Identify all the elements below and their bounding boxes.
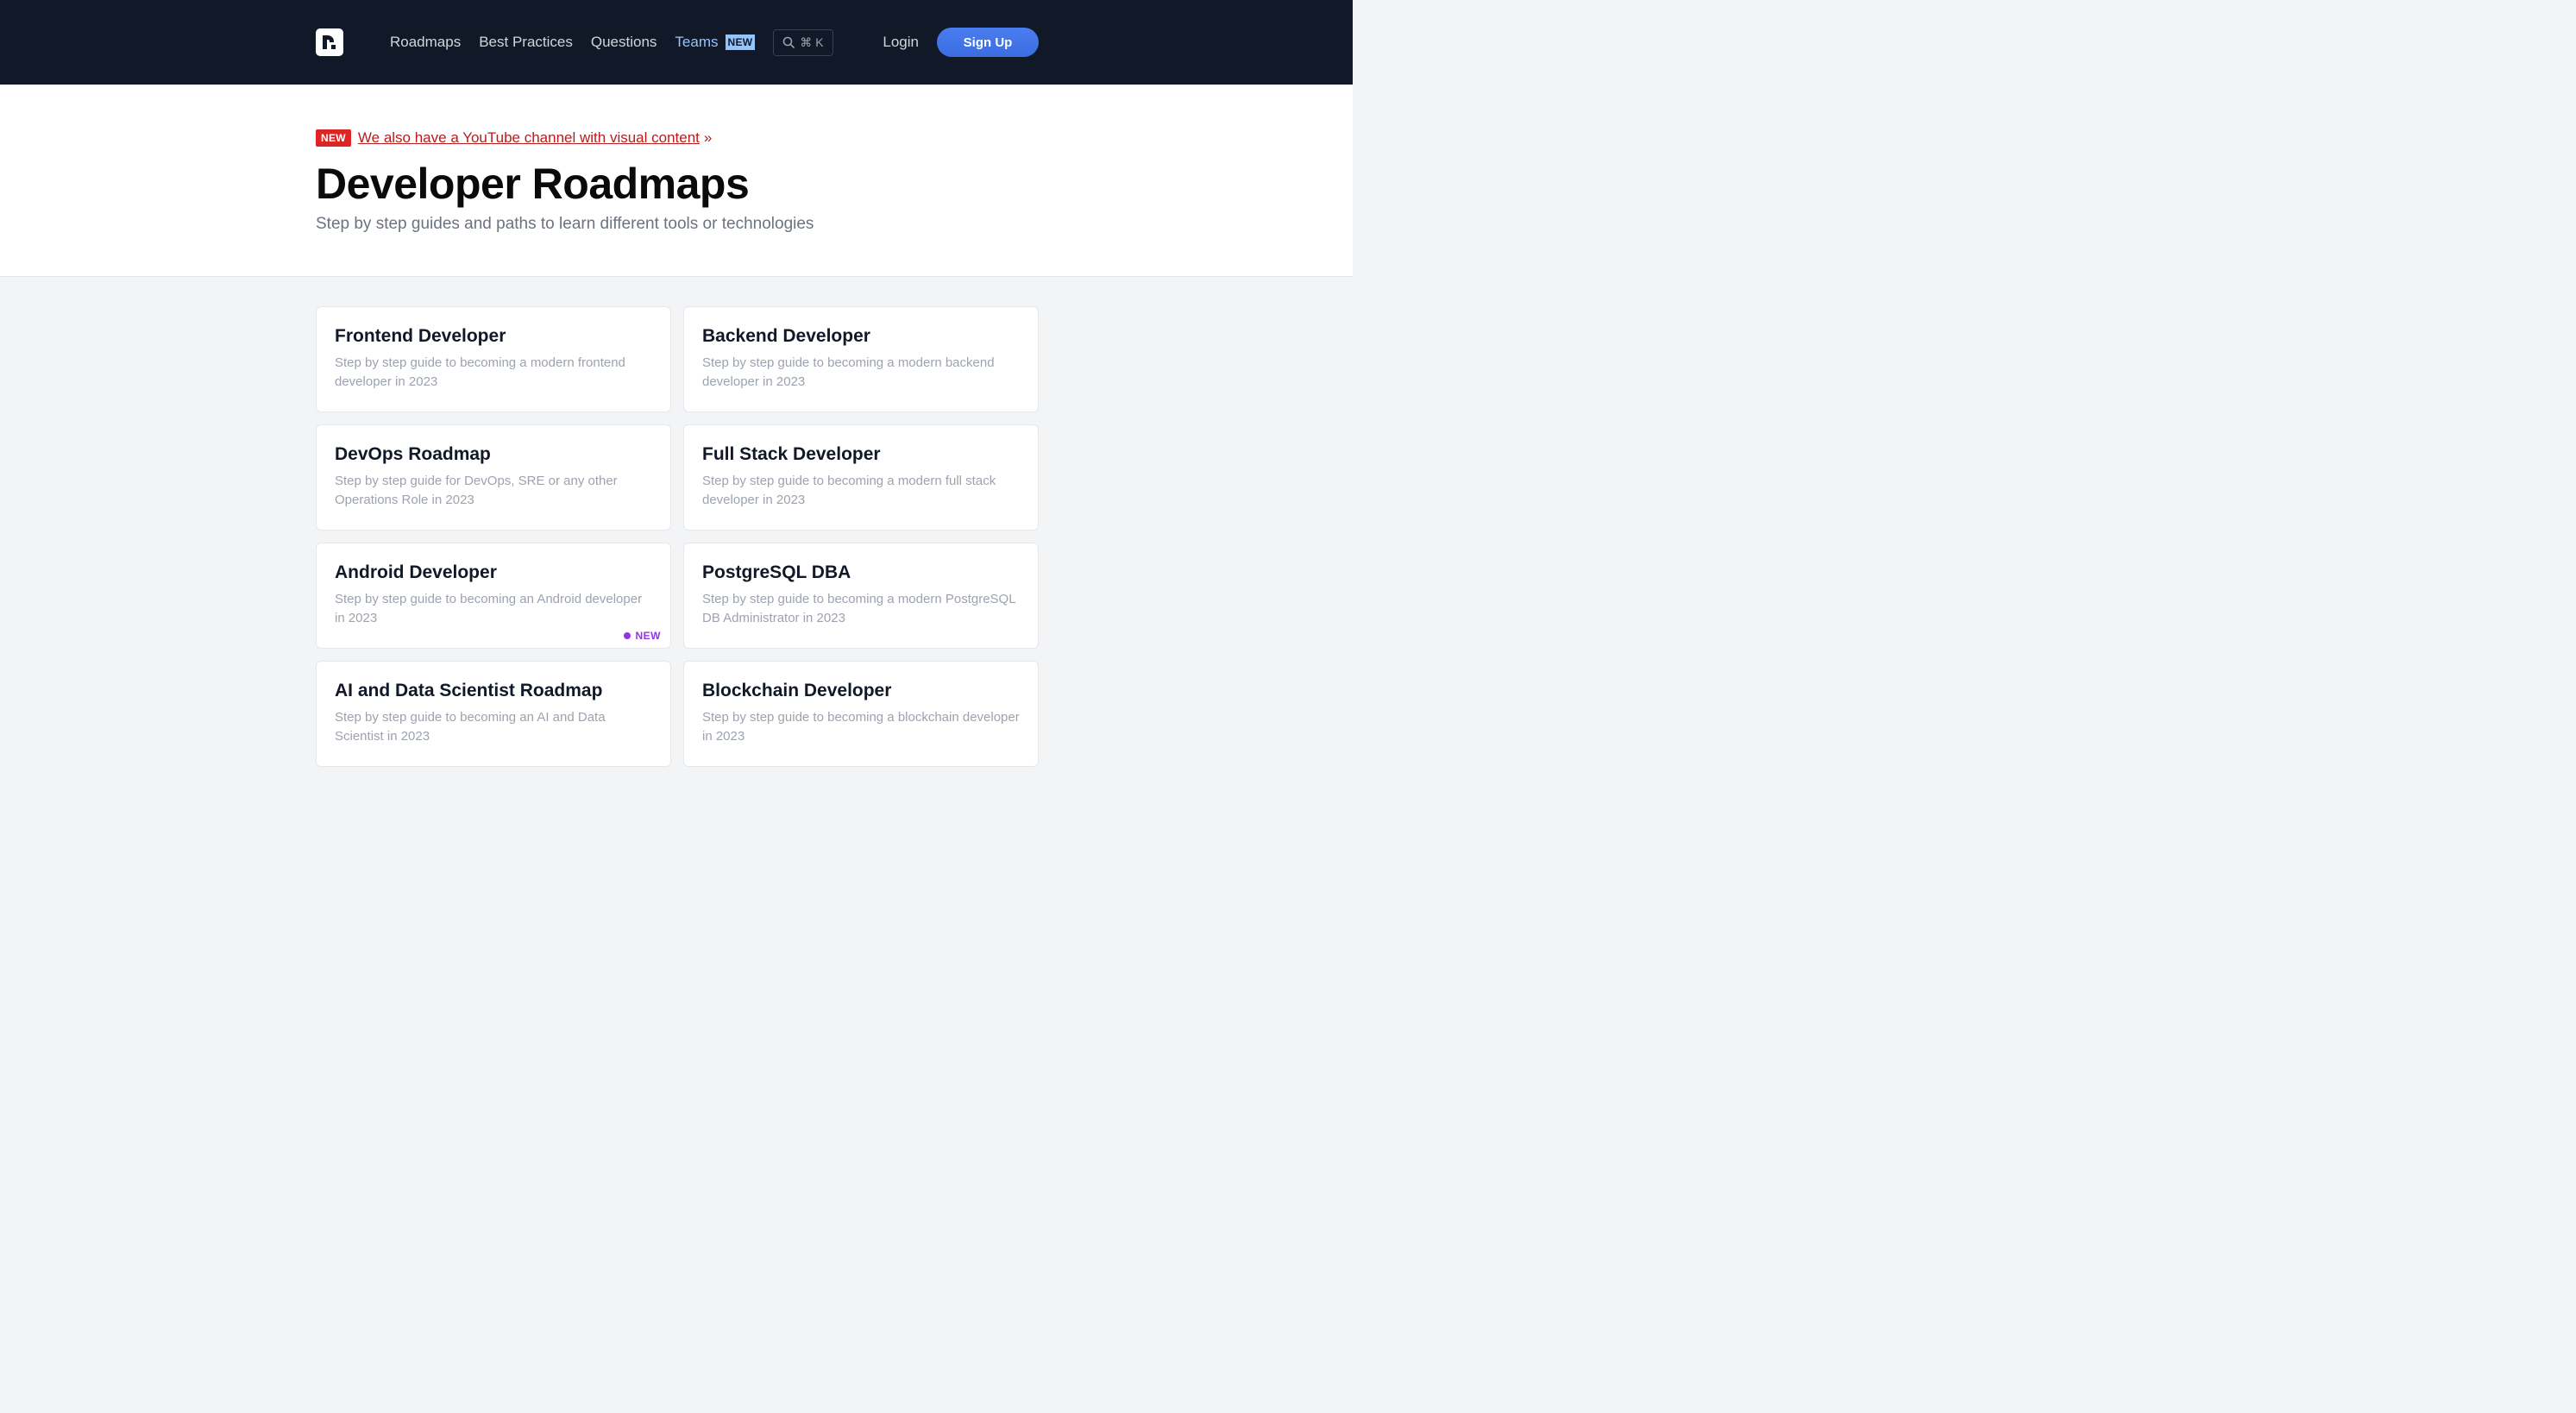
- card-description: Step by step guide to becoming a modern …: [702, 592, 1015, 625]
- card-description: Step by step guide to becoming a modern …: [335, 355, 625, 389]
- roadmap-card-postgresql[interactable]: PostgreSQL DBA Step by step guide to bec…: [683, 543, 1039, 649]
- card-title: DevOps Roadmap: [335, 444, 491, 464]
- youtube-channel-link[interactable]: We also have a YouTube channel with visu…: [358, 129, 700, 147]
- hero-section: NEW We also have a YouTube channel with …: [0, 85, 1353, 277]
- roadmap-card-blockchain[interactable]: Blockchain Developer Step by step guide …: [683, 661, 1039, 767]
- top-navbar: Roadmaps Best Practices Questions Teams …: [0, 0, 1353, 85]
- card-description: Step by step guide to becoming an AI and…: [335, 710, 606, 744]
- teams-new-badge: NEW: [725, 35, 756, 50]
- card-description: Step by step guide to becoming a blockch…: [702, 710, 1020, 744]
- login-link[interactable]: Login: [883, 34, 919, 51]
- announcement-bar: NEW We also have a YouTube channel with …: [316, 129, 1353, 147]
- card-title: PostgreSQL DBA: [702, 562, 851, 582]
- roadmap-logo[interactable]: [316, 28, 343, 56]
- roadmap-card-frontend[interactable]: Frontend Developer Step by step guide to…: [316, 306, 671, 412]
- roadmap-card-backend[interactable]: Backend Developer Step by step guide to …: [683, 306, 1039, 412]
- nav-links: Roadmaps Best Practices Questions Teams …: [390, 28, 833, 56]
- card-title: Blockchain Developer: [702, 681, 892, 700]
- card-description: Step by step guide to becoming a modern …: [702, 355, 995, 389]
- card-title: AI and Data Scientist Roadmap: [335, 681, 603, 700]
- card-title: Backend Developer: [702, 326, 870, 346]
- card-description: Step by step guide for DevOps, SRE or an…: [335, 474, 618, 507]
- card-description: Step by step guide to becoming a modern …: [702, 474, 996, 507]
- roadmap-card-full-stack[interactable]: Full Stack Developer Step by step guide …: [683, 424, 1039, 531]
- card-title: Frontend Developer: [335, 326, 506, 346]
- roadmap-card-ai-data-scientist[interactable]: AI and Data Scientist Roadmap Step by st…: [316, 661, 671, 767]
- card-title: Full Stack Developer: [702, 444, 881, 464]
- page-title: Developer Roadmaps: [316, 160, 750, 208]
- card-new-label: NEW: [635, 630, 661, 642]
- announcement-new-badge: NEW: [316, 129, 351, 147]
- roadmap-card-android[interactable]: Android Developer Step by step guide to …: [316, 543, 671, 649]
- search-shortcut: ⌘ K: [800, 35, 824, 49]
- search-button[interactable]: ⌘ K: [773, 28, 833, 56]
- search-icon: [783, 36, 795, 48]
- signup-button[interactable]: Sign Up: [937, 28, 1039, 57]
- nav-link-teams[interactable]: Teams NEW: [675, 34, 756, 51]
- nav-link-roadmaps[interactable]: Roadmaps: [390, 34, 461, 51]
- nav-link-best-practices[interactable]: Best Practices: [479, 34, 573, 51]
- announcement-arrow: »: [703, 129, 713, 146]
- teams-label: Teams: [675, 34, 719, 50]
- card-new-badge: NEW: [623, 630, 662, 642]
- roadmap-grid: Frontend Developer Step by step guide to…: [0, 277, 1353, 767]
- card-description: Step by step guide to becoming an Androi…: [335, 592, 643, 625]
- card-title: Android Developer: [335, 562, 497, 582]
- nav-link-questions[interactable]: Questions: [591, 34, 657, 51]
- new-dot-icon: [623, 632, 631, 639]
- roadmap-card-devops[interactable]: DevOps Roadmap Step by step guide for De…: [316, 424, 671, 531]
- page-subtitle: Step by step guides and paths to learn d…: [316, 214, 814, 233]
